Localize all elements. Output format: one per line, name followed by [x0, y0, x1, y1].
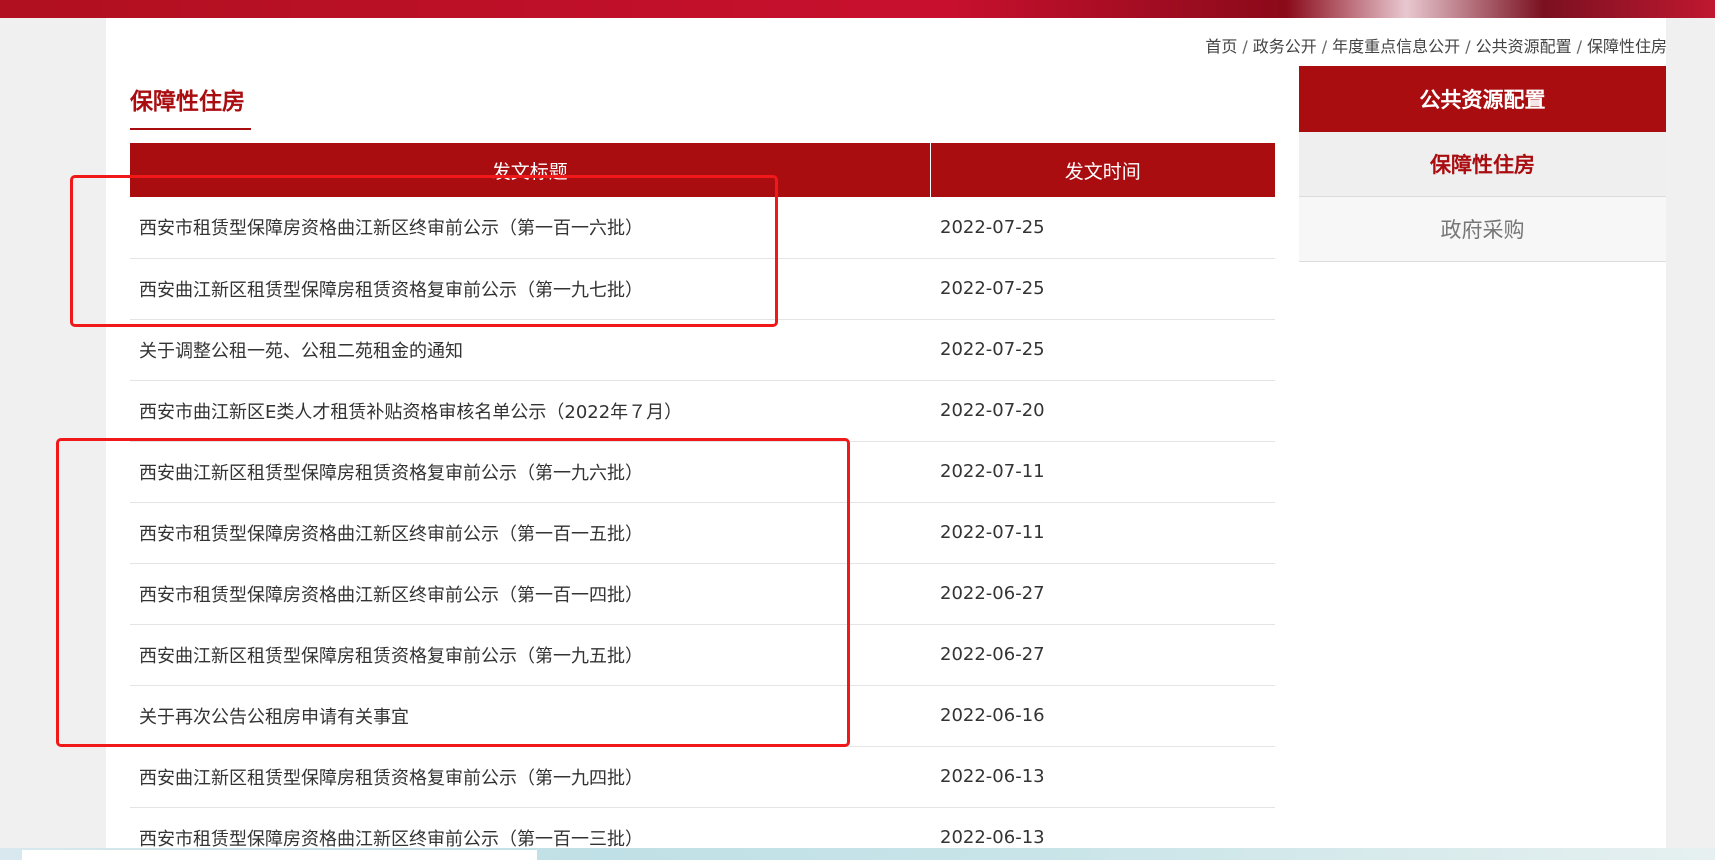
table-row: 西安市租赁型保障房资格曲江新区终审前公示（第一百一五批） 2022-07-11	[130, 502, 1275, 564]
table-row: 西安市租赁型保障房资格曲江新区终审前公示（第一百一四批） 2022-06-27	[130, 563, 1275, 625]
table-row: 西安市租赁型保障房资格曲江新区终审前公示（第一百一六批） 2022-07-25	[130, 197, 1275, 259]
table-row: 关于调整公租一苑、公租二苑租金的通知 2022-07-25	[130, 319, 1275, 381]
table-row: 关于再次公告公租房申请有关事宜 2022-06-16	[130, 685, 1275, 747]
breadcrumb-separator: /	[1576, 37, 1582, 56]
row-title-link[interactable]: 西安曲江新区租赁型保障房租赁资格复审前公示（第一九七批）	[130, 258, 930, 320]
column-header-title: 发文标题	[130, 143, 931, 197]
table-row: 西安曲江新区租赁型保障房租赁资格复审前公示（第一九五批） 2022-06-27	[130, 624, 1275, 686]
breadcrumb: 首页 / 政务公开 / 年度重点信息公开 / 公共资源配置 / 保障性住房	[1205, 33, 1667, 57]
title-underline	[130, 128, 251, 130]
row-date: 2022-07-25	[930, 319, 1275, 381]
sidebar-item-government-procurement[interactable]: 政府采购	[1299, 197, 1666, 262]
breadcrumb-separator: /	[1321, 37, 1328, 56]
row-date: 2022-06-13	[930, 746, 1275, 808]
breadcrumb-current[interactable]: 保障性住房	[1587, 37, 1667, 56]
row-date: 2022-07-25	[930, 197, 1275, 259]
table-row: 西安曲江新区租赁型保障房租赁资格复审前公示（第一九四批） 2022-06-13	[130, 746, 1275, 808]
table-header-row: 发文标题 发文时间	[130, 143, 1275, 197]
sidebar-item-affordable-housing[interactable]: 保障性住房	[1299, 132, 1666, 197]
breadcrumb-separator: /	[1465, 37, 1471, 56]
table-row: 西安曲江新区租赁型保障房租赁资格复审前公示（第一九七批） 2022-07-25	[130, 258, 1275, 320]
row-title-link[interactable]: 关于再次公告公租房申请有关事宜	[130, 685, 930, 747]
breadcrumb-annual-key-info[interactable]: 年度重点信息公开	[1332, 37, 1460, 56]
bottom-strip	[0, 848, 1715, 860]
bottom-strip-panel	[22, 850, 537, 860]
breadcrumb-home[interactable]: 首页	[1205, 37, 1237, 56]
row-date: 2022-07-11	[930, 441, 1275, 503]
row-title-link[interactable]: 西安曲江新区租赁型保障房租赁资格复审前公示（第一九五批）	[130, 624, 930, 686]
row-title-link[interactable]: 西安曲江新区租赁型保障房租赁资格复审前公示（第一九四批）	[130, 746, 930, 808]
row-date: 2022-06-27	[930, 563, 1275, 625]
row-date: 2022-06-27	[930, 624, 1275, 686]
column-header-date: 发文时间	[930, 143, 1275, 197]
row-date: 2022-07-20	[930, 380, 1275, 442]
table-row: 西安曲江新区租赁型保障房租赁资格复审前公示（第一九六批） 2022-07-11	[130, 441, 1275, 503]
row-title-link[interactable]: 关于调整公租一苑、公租二苑租金的通知	[130, 319, 930, 381]
sidebar-header: 公共资源配置	[1299, 66, 1666, 132]
breadcrumb-gov-affairs[interactable]: 政务公开	[1253, 37, 1317, 56]
row-date: 2022-06-16	[930, 685, 1275, 747]
sidebar: 公共资源配置 保障性住房 政府采购	[1299, 66, 1666, 262]
row-title-link[interactable]: 西安市租赁型保障房资格曲江新区终审前公示（第一百一四批）	[130, 563, 930, 625]
breadcrumb-separator: /	[1242, 37, 1248, 56]
row-title-link[interactable]: 西安市曲江新区E类人才租赁补贴资格审核名单公示（2022年７月）	[130, 380, 930, 442]
row-date: 2022-07-25	[930, 258, 1275, 320]
page-title: 保障性住房	[130, 89, 245, 115]
row-date: 2022-07-11	[930, 502, 1275, 564]
row-title-link[interactable]: 西安市租赁型保障房资格曲江新区终审前公示（第一百一五批）	[130, 502, 930, 564]
table-row: 西安市曲江新区E类人才租赁补贴资格审核名单公示（2022年７月） 2022-07…	[130, 380, 1275, 442]
top-banner	[0, 0, 1715, 18]
breadcrumb-public-resources[interactable]: 公共资源配置	[1476, 37, 1572, 56]
row-title-link[interactable]: 西安曲江新区租赁型保障房租赁资格复审前公示（第一九六批）	[130, 441, 930, 503]
document-list-table: 发文标题 发文时间 西安市租赁型保障房资格曲江新区终审前公示（第一百一六批） 2…	[130, 143, 1275, 860]
row-title-link[interactable]: 西安市租赁型保障房资格曲江新区终审前公示（第一百一六批）	[130, 197, 930, 259]
